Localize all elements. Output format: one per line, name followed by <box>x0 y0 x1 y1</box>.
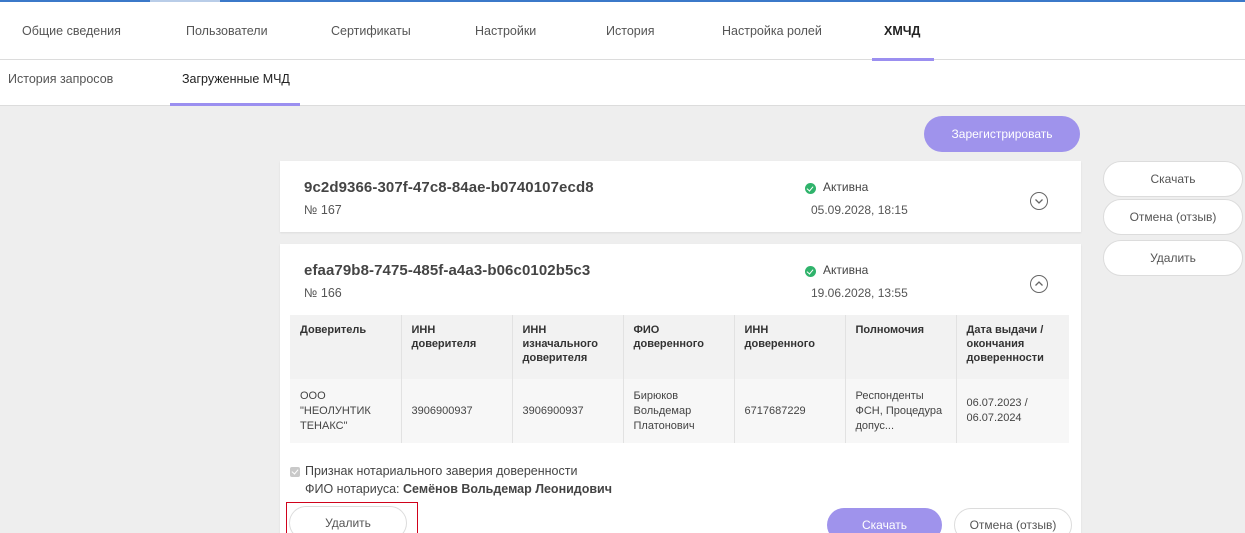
tab-certificates[interactable]: Сертификаты <box>331 2 411 60</box>
subtab-request-history[interactable]: История запросов <box>8 60 113 106</box>
mchd-number: № 167 <box>304 203 342 217</box>
table-header: Дата выдачи / окончания доверенности <box>956 315 1069 379</box>
tab-history[interactable]: История <box>606 2 654 60</box>
table-header: ИНН изначального доверителя <box>512 315 624 379</box>
status-date: 19.06.2028, 13:55 <box>811 286 908 300</box>
mchd-card-expanded: efaa79b8-7475-485f-a4a3-b06c0102b5c3 № 1… <box>280 244 1081 533</box>
table-cell: 6717687229 <box>734 379 846 443</box>
table-row[interactable]: ООО "НЕОЛУНТИК ТЕНАКС" 3906900937 390690… <box>290 379 1069 443</box>
notary-name-value: Семёнов Вольдемар Леонидович <box>403 482 612 496</box>
mchd-id: efaa79b8-7475-485f-a4a3-b06c0102b5c3 <box>304 262 591 279</box>
tab-role-settings[interactable]: Настройка ролей <box>722 2 822 60</box>
tab-general[interactable]: Общие сведения <box>22 2 121 60</box>
table-cell: 3906900937 <box>512 379 624 443</box>
status-active-icon <box>805 266 816 277</box>
notary-flag-label: Признак нотариального заверия довереннос… <box>305 464 578 478</box>
side-delete-button[interactable]: Удалить <box>1103 240 1243 276</box>
card-download-button[interactable]: Скачать <box>827 508 942 533</box>
mchd-card-collapsed[interactable]: 9c2d9366-307f-47c8-84ae-b0740107ecd8 № 1… <box>280 161 1081 232</box>
sub-tabs: История запросов Загруженные МЧД <box>0 60 1245 106</box>
mchd-id: 9c2d9366-307f-47c8-84ae-b0740107ecd8 <box>304 179 594 196</box>
status-label: Активна <box>823 180 869 194</box>
table-header: Доверитель <box>290 315 402 379</box>
notary-name-label: ФИО нотариуса: <box>305 482 400 496</box>
tab-settings[interactable]: Настройки <box>475 2 536 60</box>
delete-highlight-frame <box>286 502 418 533</box>
mchd-number: № 166 <box>304 286 342 300</box>
chevron-down-icon[interactable] <box>1030 192 1048 210</box>
side-download-button[interactable]: Скачать <box>1103 161 1243 197</box>
table-cell: Бирюков Вольдемар Платонович <box>623 379 735 443</box>
card-cancel-button[interactable]: Отмена (отзыв) <box>954 508 1072 533</box>
status-label: Активна <box>823 263 869 277</box>
content-area: Зарегистрировать Скачать Отмена (отзыв) … <box>0 106 1245 533</box>
register-button[interactable]: Зарегистрировать <box>924 116 1080 152</box>
chevron-up-icon[interactable] <box>1030 275 1048 293</box>
status-active-icon <box>805 183 816 194</box>
subtab-uploaded-mchd[interactable]: Загруженные МЧД <box>182 60 290 106</box>
main-tabs: Общие сведения Пользователи Сертификаты … <box>0 2 1245 61</box>
table-header: ИНН доверенного <box>734 315 846 379</box>
status-date: 05.09.2028, 18:15 <box>811 203 908 217</box>
tab-users[interactable]: Пользователи <box>186 2 268 60</box>
table-header-row: Доверитель ИНН доверителя ИНН изначально… <box>290 315 1069 379</box>
notary-checkbox <box>290 467 300 477</box>
table-cell: 06.07.2023 / 06.07.2024 <box>956 379 1069 443</box>
notary-name-line: ФИО нотариуса: Семёнов Вольдемар Леонидо… <box>305 482 612 496</box>
side-cancel-button[interactable]: Отмена (отзыв) <box>1103 199 1243 235</box>
table-header: ИНН доверителя <box>401 315 513 379</box>
table-cell: Респонденты ФСН, Процедура допус... <box>845 379 957 443</box>
table-cell: ООО "НЕОЛУНТИК ТЕНАКС" <box>290 379 402 443</box>
mchd-details-table: Доверитель ИНН доверителя ИНН изначально… <box>290 315 1069 443</box>
table-header: Полномочия <box>845 315 957 379</box>
tab-hmchd[interactable]: ХМЧД <box>884 2 920 60</box>
table-cell: 3906900937 <box>401 379 513 443</box>
table-header: ФИО доверенного <box>623 315 735 379</box>
